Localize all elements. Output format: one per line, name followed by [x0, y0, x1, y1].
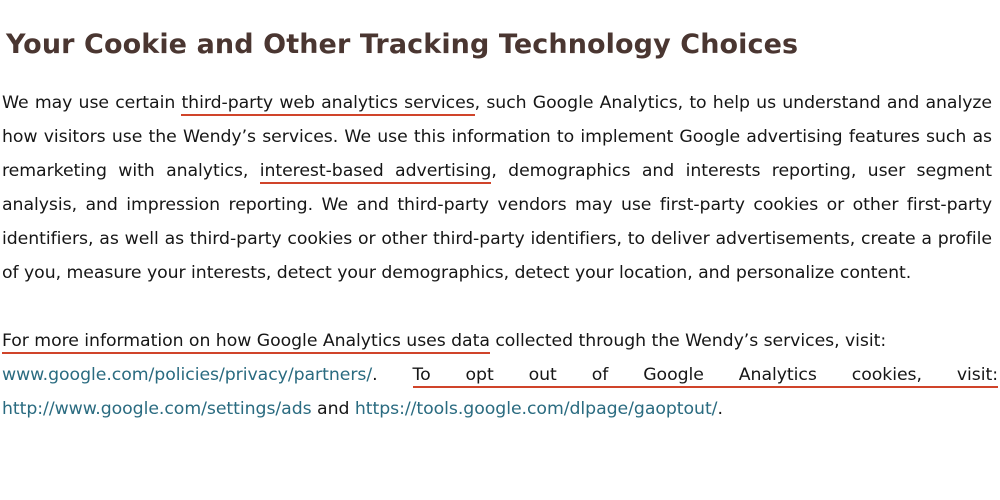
page-title: Your Cookie and Other Tracking Technolog… — [6, 29, 799, 61]
paragraph-text-segment: . — [717, 399, 723, 419]
link-google-policies-privacy-partners[interactable]: www.google.com/policies/privacy/partners… — [2, 365, 372, 385]
paragraph-text-segment: . — [372, 365, 413, 385]
paragraph-opt-out-links: www.google.com/policies/privacy/partners… — [2, 358, 998, 426]
link-third-party-web-analytics-services[interactable]: third-party web analytics services — [181, 93, 475, 116]
link-google-analytics-uses-data[interactable]: For more information on how Google Analy… — [2, 331, 490, 354]
paragraph-text-segment: We may use certain — [2, 93, 182, 113]
link-interest-based-advertising[interactable]: interest-based advertising — [259, 161, 491, 184]
link-google-settings-ads[interactable]: http://www.google.com/settings/ads — [2, 399, 312, 419]
page-root: Your Cookie and Other Tracking Technolog… — [0, 0, 1000, 500]
paragraph-analytics: We may use certain third-party web analy… — [2, 86, 992, 290]
paragraph-google-analytics-info: For more information on how Google Analy… — [2, 324, 995, 358]
paragraph-spacer — [2, 290, 992, 324]
link-tools-google-dlpage-gaoptout[interactable]: https://tools.google.com/dlpage/gaoptout… — [355, 399, 718, 419]
paragraph-text-segment: and — [311, 399, 355, 419]
document-body: We may use certain third-party web analy… — [2, 86, 998, 426]
link-opt-out-google-analytics-cookies[interactable]: To opt out of Google Analytics cookies, … — [412, 365, 998, 388]
paragraph-text-segment: collected through the Wendy’s services, … — [489, 331, 887, 351]
